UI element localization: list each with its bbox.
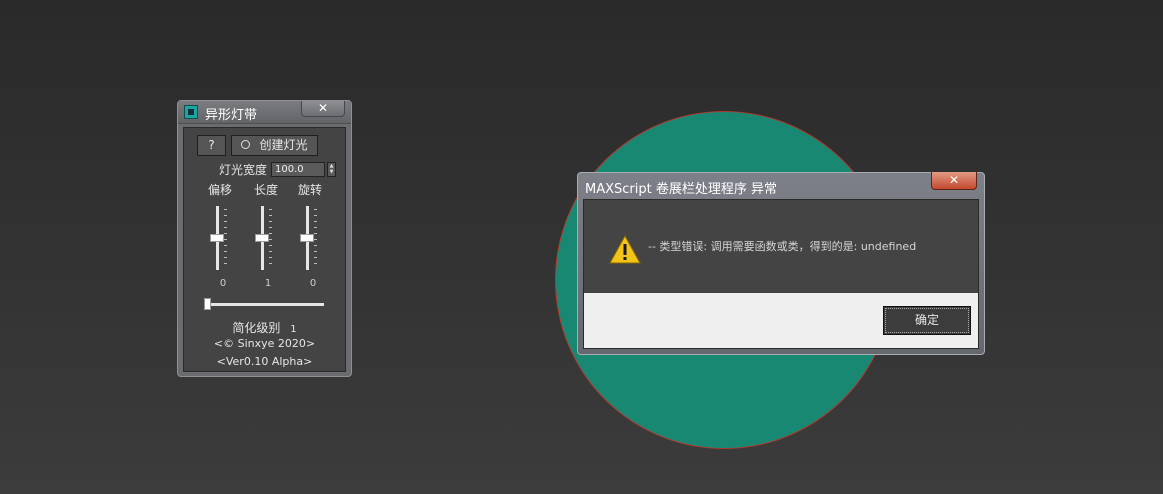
ok-button-label: 确定 [885,308,969,333]
simplify-slider[interactable] [204,298,324,310]
panel-close-button[interactable]: ✕ [301,101,345,117]
panel-body: ? 创建灯光 灯光宽度 100.0 ▲ ▼ 偏移 长度 旋转 0 1 0 简化级… [183,127,346,372]
3dsmax-app-icon [184,105,198,119]
simplify-label: 简化级别 [232,321,281,335]
version-text: <Ver0.10 Alpha> [216,355,313,368]
offset-value: 0 [219,278,227,289]
simplify-value: 1 [290,324,297,335]
slider-ticks [269,209,272,267]
dialog-client-area: -- 类型错误: 调用需要函数或类，得到的是: undefined 确定 [583,199,979,349]
create-light-label: 创建灯光 [259,138,308,152]
warning-icon [609,235,641,264]
length-slider[interactable] [255,206,272,270]
light-width-label: 灯光宽度 [219,163,268,177]
slider-ticks [314,209,317,267]
length-value: 1 [264,278,272,289]
light-width-spinner[interactable]: ▲ ▼ [327,162,336,177]
panel-title: 异形灯带 [205,108,258,123]
offset-slider[interactable] [210,206,227,270]
dialog-title: MAXScript 卷展栏处理程序 异常 [585,182,777,197]
length-label: 长度 [254,183,279,197]
slider-thumb[interactable] [204,298,211,310]
radio-circle-icon [241,140,251,149]
copyright-text: <© Sinxye 2020> [213,337,316,350]
slider-thumb[interactable] [255,234,269,242]
slider-ticks [224,209,227,267]
create-light-button[interactable]: 创建灯光 [231,135,318,156]
offset-label: 偏移 [208,183,233,197]
error-message: -- 类型错误: 调用需要函数或类，得到的是: undefined [648,240,917,253]
slider-track [204,303,324,306]
error-dialog: MAXScript 卷展栏处理程序 异常 ✕ -- 类型错误: 调用需要函数或类… [577,172,985,355]
simplify-level-line: 简化级别 1 [184,319,345,336]
help-button[interactable]: ? [197,135,226,156]
dialog-footer: 确定 [584,293,978,348]
ok-button[interactable]: 确定 [883,306,971,335]
slider-thumb[interactable] [210,234,224,242]
rotation-label: 旋转 [298,183,323,197]
light-width-input[interactable]: 100.0 [271,162,325,177]
tool-panel: 异形灯带 ✕ ? 创建灯光 灯光宽度 100.0 ▲ ▼ 偏移 长度 旋转 0 1 [177,100,352,377]
slider-thumb[interactable] [300,234,314,242]
dialog-close-button[interactable]: ✕ [931,172,977,190]
rotation-slider[interactable] [300,206,317,270]
panel-titlebar[interactable]: 异形灯带 ✕ [178,101,351,124]
rotation-value: 0 [309,278,317,289]
